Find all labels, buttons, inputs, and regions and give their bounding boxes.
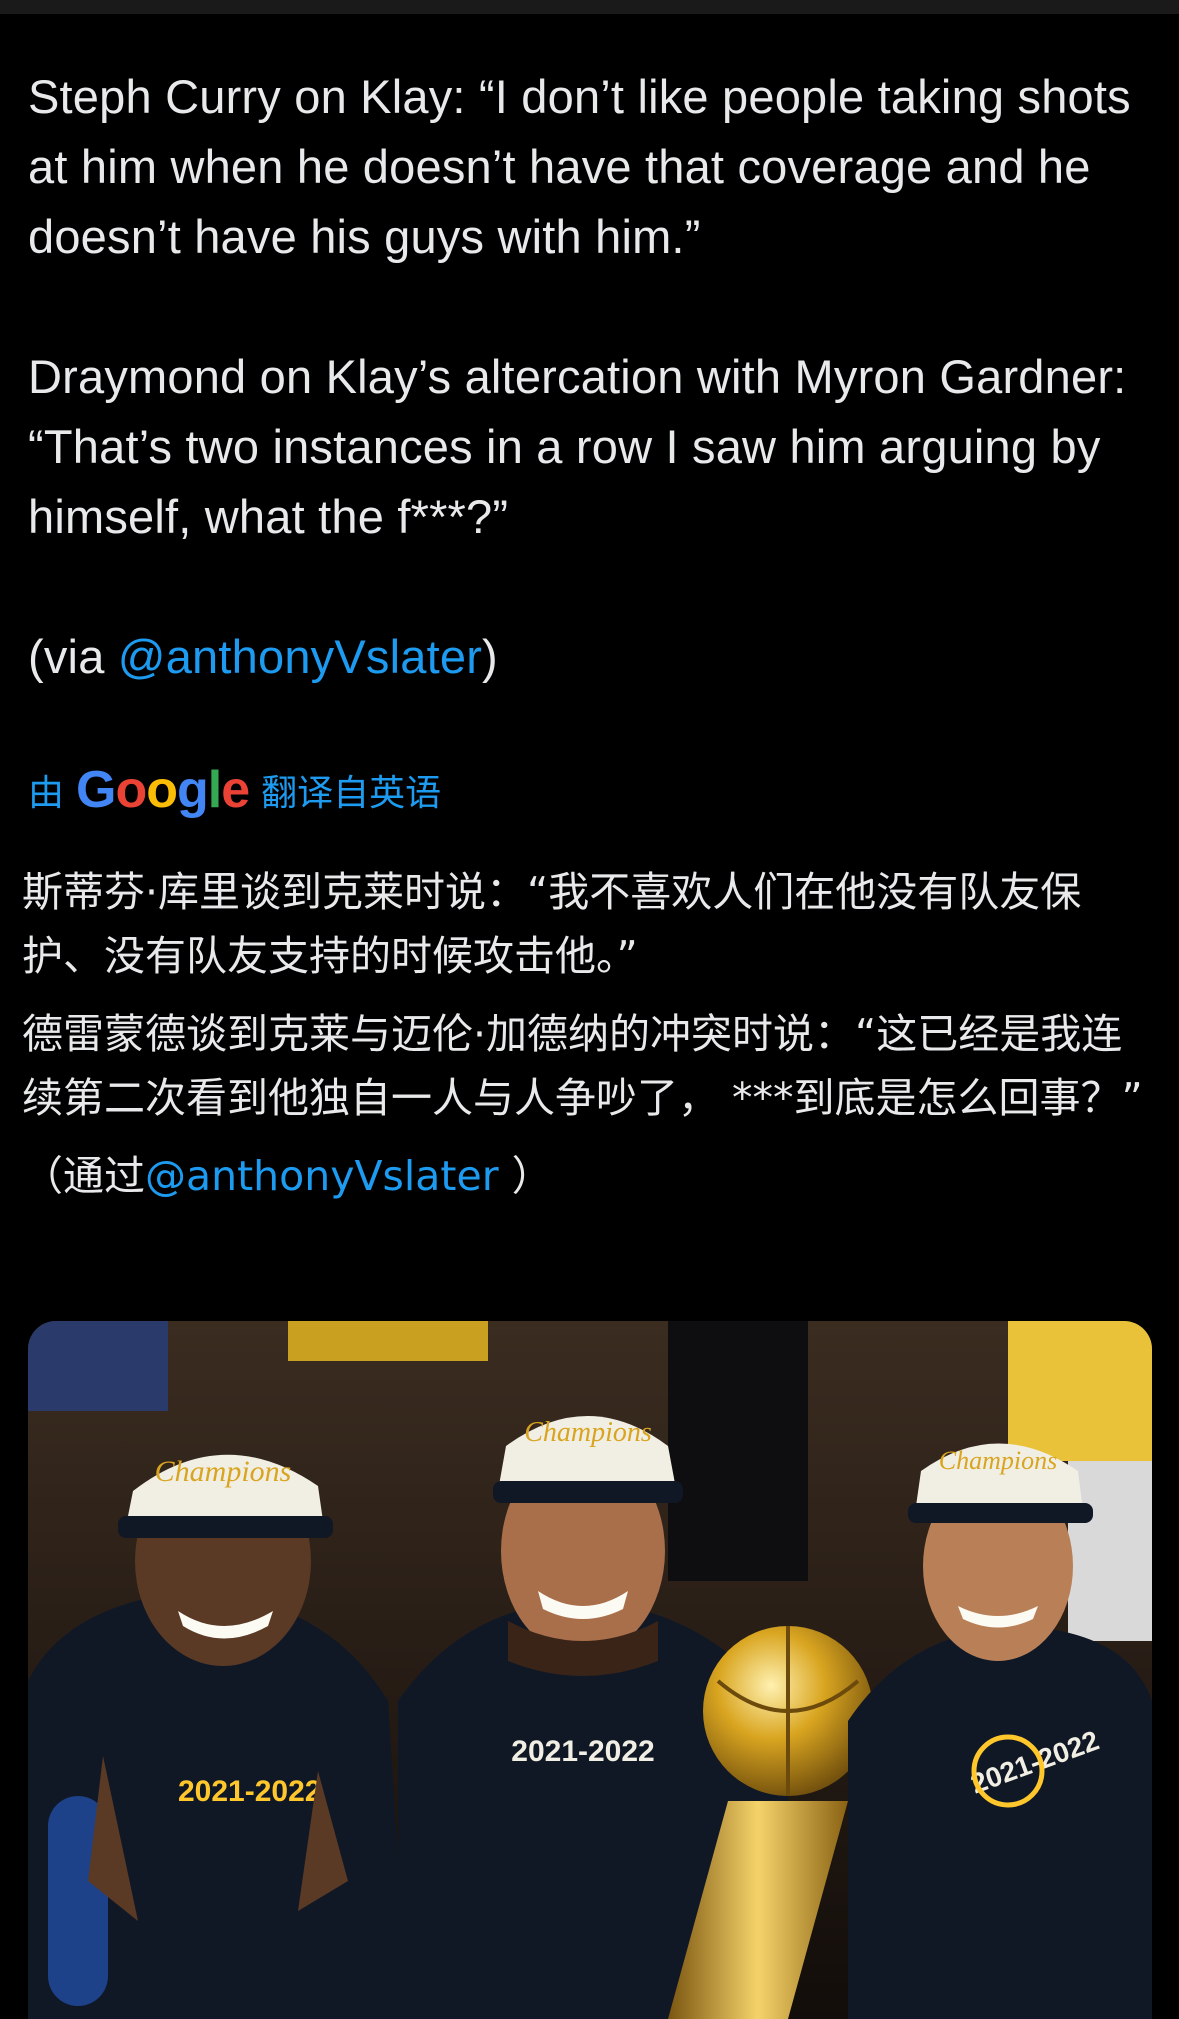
translated-by-google-row[interactable]: 由 Google 翻译自英语 [28, 758, 441, 822]
shirt-left-text: 2021-2022 [178, 1775, 321, 1808]
cap-right-script: Champions [939, 1446, 1057, 1475]
mention-link-anthonyvslater[interactable]: @anthonyVslater [118, 630, 482, 683]
via-suffix: ) [482, 630, 498, 683]
champions-photo-illustration: Champions 2021-2022 Champions 2021-2022 [28, 1321, 1152, 2019]
translated-by-label: 由 [28, 773, 65, 814]
bg-figure [288, 1321, 488, 1361]
tweet-paragraph-draymond: Draymond on Klay’s altercation with Myro… [28, 350, 1127, 543]
bg-figure [28, 1321, 168, 1411]
translated-paragraph-curry: 斯蒂芬·库里谈到克莱时说：“我不喜欢人们在他没有队友保护、没有队友支持的时候攻击… [22, 868, 1082, 980]
shirt-middle-text: 2021-2022 [511, 1735, 654, 1768]
bg-figure [1068, 1461, 1152, 1641]
status-strip [0, 0, 1179, 14]
translated-via-suffix: ） [498, 1152, 553, 1200]
tweet-body: Steph Curry on Klay: “I don’t like peopl… [28, 62, 1158, 692]
via-prefix: (via [28, 630, 118, 683]
tweet-via-line: (via @anthonyVslater) [28, 622, 1158, 692]
translated-mention-link-anthonyvslater[interactable]: @anthonyVslater [145, 1152, 499, 1200]
bg-figure [1008, 1321, 1152, 1461]
translated-via-line: （通过@anthonyVslater ） [22, 1144, 1162, 1208]
tweet-photo[interactable]: Champions 2021-2022 Champions 2021-2022 [28, 1321, 1152, 2019]
google-logo: Google [76, 761, 250, 819]
translated-from-label: 翻译自英语 [261, 773, 442, 814]
translated-body: 斯蒂芬·库里谈到克莱时说：“我不喜欢人们在他没有队友保护、没有队友支持的时候攻击… [22, 860, 1162, 1208]
bg-figure [668, 1321, 808, 1581]
cap-left-script: Champions [155, 1455, 292, 1488]
translated-via-prefix: （通过 [22, 1152, 145, 1200]
translated-paragraph-draymond: 德雷蒙德谈到克莱与迈伦·加德纳的冲突时说：“这已经是我连续第二次看到他独自一人与… [22, 1010, 1143, 1122]
cap-middle-script: Champions [524, 1417, 652, 1448]
tweet-paragraph-curry: Steph Curry on Klay: “I don’t like peopl… [28, 70, 1131, 263]
